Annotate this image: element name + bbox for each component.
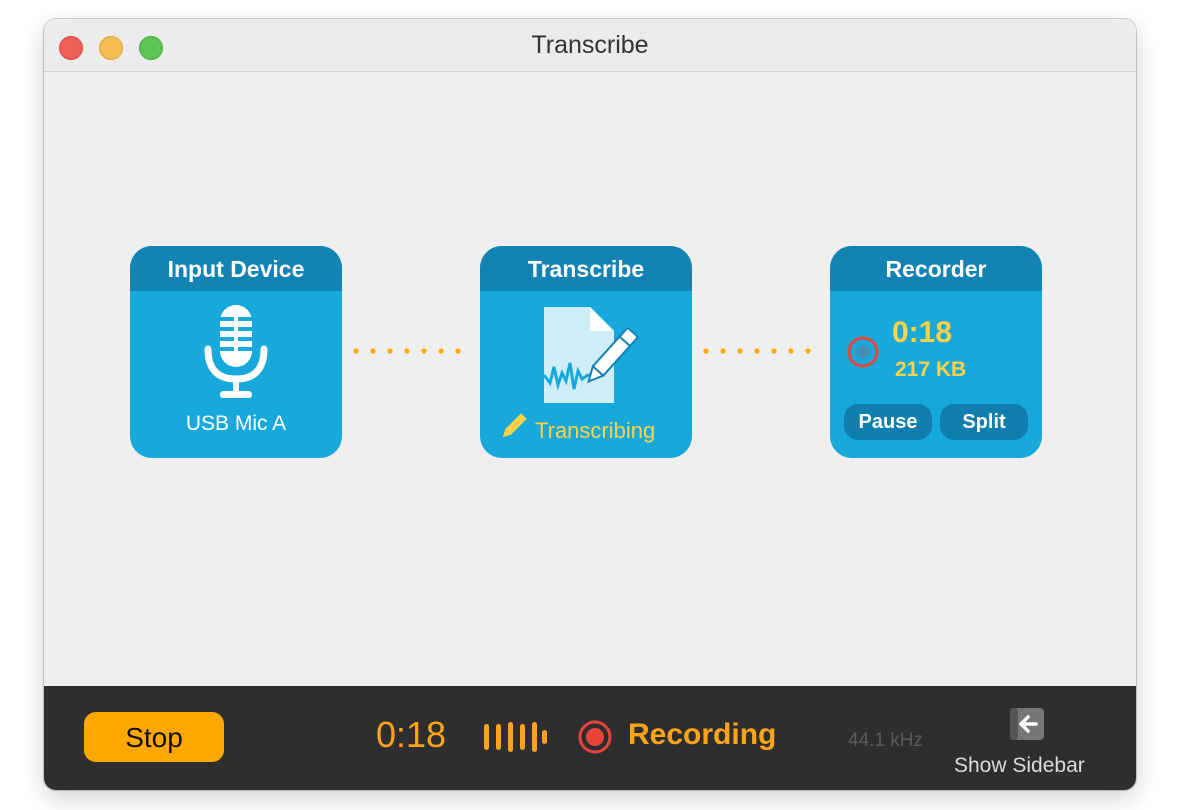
microphone-icon	[204, 305, 268, 398]
input-device-title: Input Device	[130, 246, 342, 291]
recorder-title: Recorder	[830, 246, 1042, 291]
input-device-node[interactable]: Input Device USB Mic A	[130, 246, 342, 458]
bottom-toolbar: Stop 0:18 Recording 44.1 kHz Show Sideba…	[44, 686, 1136, 790]
recording-indicator-icon	[847, 336, 879, 368]
show-sidebar-button[interactable]: Show Sidebar	[954, 754, 1085, 778]
transcribe-node[interactable]: Transcribe Transcribing	[480, 246, 692, 458]
window-title: Transcribe	[531, 31, 649, 59]
input-device-name: USB Mic A	[185, 412, 287, 435]
audio-level-icon	[484, 722, 547, 752]
title-bar: Transcribe	[44, 19, 1136, 72]
app-window: Transcribe Input Device USB Mic A Transc…	[44, 19, 1136, 790]
connector-dots	[353, 348, 461, 354]
recorder-file-size: 217 KB	[895, 358, 967, 381]
pencil-icon	[502, 413, 527, 438]
recorder-node[interactable]: Recorder 0:18 217 KB Pause Split	[830, 246, 1042, 458]
record-icon	[578, 720, 612, 754]
stop-button[interactable]: Stop	[84, 712, 224, 762]
elapsed-time: 0:18	[376, 714, 447, 755]
connector-dots	[703, 348, 811, 354]
document-pencil-icon	[542, 307, 639, 403]
show-sidebar-icon[interactable]	[1010, 708, 1044, 740]
transcribe-status: Transcribing	[535, 418, 656, 443]
split-button[interactable]: Split	[940, 404, 1028, 440]
transcribe-title: Transcribe	[480, 246, 692, 291]
sample-rate: 44.1 kHz	[848, 730, 923, 751]
recording-status: Recording	[628, 718, 777, 751]
pause-button[interactable]: Pause	[844, 404, 932, 440]
recorder-time: 0:18	[892, 316, 953, 349]
